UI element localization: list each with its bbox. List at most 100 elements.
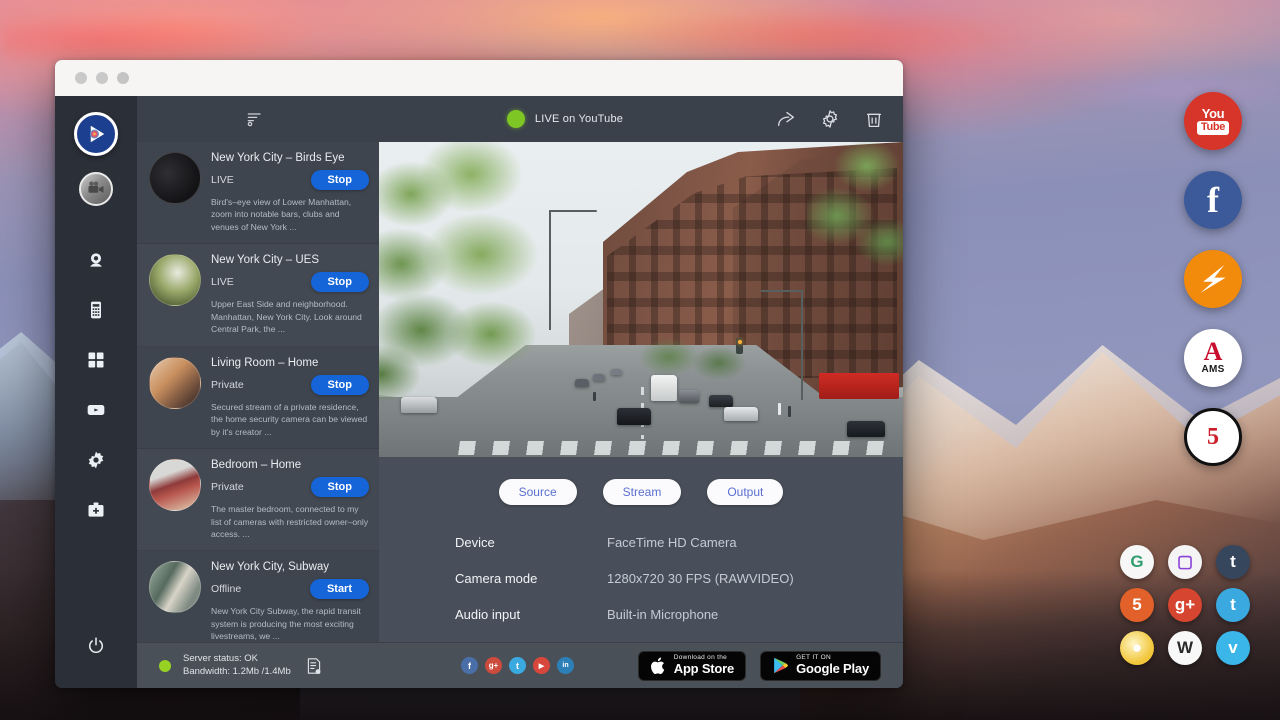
preview-street-lamp-2 xyxy=(801,290,803,400)
preview-mid-trees xyxy=(629,329,749,399)
app-content: LIVE on YouTube xyxy=(137,96,903,688)
live-status-label: LIVE on YouTube xyxy=(535,113,623,125)
five-glyph: 5 xyxy=(1132,595,1141,615)
share-icon[interactable] xyxy=(775,108,797,130)
camera-action-button[interactable]: Stop xyxy=(311,477,369,497)
rail-item-webcam[interactable] xyxy=(76,240,116,280)
linkedin-glyph: in xyxy=(562,662,568,669)
google-play-text: GET IT ON Google Play xyxy=(796,655,869,675)
camera-thumbnail xyxy=(149,357,201,409)
youtube-share-icon[interactable]: ▶ xyxy=(533,657,550,674)
rail-item-video[interactable] xyxy=(76,390,116,430)
window-body: LIVE on YouTube xyxy=(55,96,903,688)
twitter-icon[interactable]: t xyxy=(1216,588,1250,622)
rail-item-support[interactable] xyxy=(76,490,116,530)
gear-icon[interactable] xyxy=(819,108,841,130)
rail-item-devices[interactable] xyxy=(76,290,116,330)
camera-list-item[interactable]: Living Room – Home Private Stop Secured … xyxy=(137,347,379,449)
linkedin-share-icon[interactable]: in xyxy=(557,657,574,674)
preview-truck xyxy=(651,375,677,401)
profile-avatar[interactable] xyxy=(79,172,113,206)
channel-five-desktop-icon[interactable]: 5 xyxy=(1184,408,1242,466)
server-status-group: Server status: OK Bandwidth: 1.2Mb /1.4M… xyxy=(137,653,461,679)
camera-meta: Living Room – Home Private Stop Secured … xyxy=(211,357,369,438)
top-toolbar: LIVE on YouTube xyxy=(137,96,903,142)
facebook-desktop-icon[interactable]: f xyxy=(1184,171,1242,229)
google-plus-share-icon[interactable]: g+ xyxy=(485,657,502,674)
preview-street-lamp-arm xyxy=(549,210,597,212)
preview-details: Source Stream Output Device FaceTime HD … xyxy=(379,457,903,643)
camera-list-item[interactable]: New York City – UES LIVE Stop Upper East… xyxy=(137,244,379,346)
tab-source[interactable]: Source xyxy=(499,479,577,505)
server-status-line: Server status: OK xyxy=(183,653,291,666)
youtube-desktop-icon[interactable]: You Tube xyxy=(1184,92,1242,150)
gaming-glyph: G xyxy=(1130,552,1143,572)
vimeo-icon[interactable]: v xyxy=(1216,631,1250,665)
camera-meta: New York City – UES LIVE Stop Upper East… xyxy=(211,254,369,335)
tab-output[interactable]: Output xyxy=(707,479,783,505)
facebook-share-icon[interactable]: f xyxy=(461,657,478,674)
tab-stream[interactable]: Stream xyxy=(603,479,682,505)
wordpress-glyph: W xyxy=(1177,638,1193,658)
document-icon[interactable] xyxy=(306,657,322,675)
camera-list-item[interactable]: New York City, Subway Offline Start New … xyxy=(137,551,379,642)
camera-description: Upper East Side and neighborhood. Manhat… xyxy=(211,298,369,335)
camera-status-row: LIVE Stop xyxy=(211,170,369,190)
filter-icon[interactable] xyxy=(245,109,265,129)
five-icon[interactable]: 5 xyxy=(1120,588,1154,622)
window-titlebar xyxy=(55,60,903,96)
app-store-text: Download on the App Store xyxy=(674,655,734,675)
camera-action-button[interactable]: Start xyxy=(310,579,369,599)
tumblr-icon[interactable]: t xyxy=(1216,545,1250,579)
status-bar: Server status: OK Bandwidth: 1.2Mb /1.4M… xyxy=(137,642,903,688)
gaming-icon[interactable]: G xyxy=(1120,545,1154,579)
app-logo[interactable] xyxy=(74,112,118,156)
preview-left-tree xyxy=(379,142,551,404)
rail-item-power[interactable] xyxy=(76,626,116,666)
detail-tabs: Source Stream Output xyxy=(379,479,903,505)
camera-action-button[interactable]: Stop xyxy=(311,375,369,395)
main-pane: Source Stream Output Device FaceTime HD … xyxy=(379,142,903,642)
adobe-ams-desktop-icon[interactable]: A AMS xyxy=(1184,329,1242,387)
app-store-badge[interactable]: Download on the App Store xyxy=(638,651,746,681)
play-logo-icon xyxy=(84,122,108,146)
flickr-icon[interactable]: ● xyxy=(1120,631,1154,665)
rail-item-settings[interactable] xyxy=(76,440,116,480)
youtube-icon-bottom: Tube xyxy=(1197,121,1229,134)
camera-status-row: Offline Start xyxy=(211,579,369,599)
info-label: Camera mode xyxy=(455,571,607,586)
channel-five-glyph: 5 xyxy=(1207,424,1219,451)
camera-list-item[interactable]: Bedroom – Home Private Stop The master b… xyxy=(137,449,379,551)
camera-action-button[interactable]: Stop xyxy=(311,170,369,190)
trash-icon[interactable] xyxy=(863,108,885,130)
twitch-glyph: ▢ xyxy=(1177,552,1193,572)
info-value: Built-in Microphone xyxy=(607,607,718,622)
camera-thumbnail xyxy=(149,561,201,613)
adobe-mark: A xyxy=(1204,341,1223,363)
camera-title: Living Room – Home xyxy=(211,357,369,369)
window-maximize-button[interactable] xyxy=(117,72,129,84)
youtube-glyph: ▶ xyxy=(539,662,544,670)
rail-item-dashboard[interactable] xyxy=(76,340,116,380)
flickr-glyph: ● xyxy=(1132,638,1142,658)
toolbar-actions xyxy=(775,108,885,130)
window-minimize-button[interactable] xyxy=(96,72,108,84)
wordpress-icon[interactable]: W xyxy=(1168,631,1202,665)
server-status-text: Server status: OK Bandwidth: 1.2Mb /1.4M… xyxy=(183,653,291,679)
grid-icon xyxy=(86,350,106,370)
camera-action-button[interactable]: Stop xyxy=(311,272,369,292)
video-preview[interactable] xyxy=(379,142,903,457)
camera-status-row: Private Stop xyxy=(211,375,369,395)
camera-list-item[interactable]: New York City – Birds Eye LIVE Stop Bird… xyxy=(137,142,379,244)
twitter-share-icon[interactable]: t xyxy=(509,657,526,674)
wowza-desktop-icon[interactable] xyxy=(1184,250,1242,308)
window-close-button[interactable] xyxy=(75,72,87,84)
preview-car xyxy=(617,408,651,425)
google-plus-icon[interactable]: g+ xyxy=(1168,588,1202,622)
facebook-glyph: f xyxy=(468,661,471,671)
twitch-icon[interactable]: ▢ xyxy=(1168,545,1202,579)
camera-title: New York City – Birds Eye xyxy=(211,152,369,164)
medkit-icon xyxy=(86,500,106,520)
camera-state: Offline xyxy=(211,583,241,595)
google-play-badge[interactable]: GET IT ON Google Play xyxy=(760,651,881,681)
